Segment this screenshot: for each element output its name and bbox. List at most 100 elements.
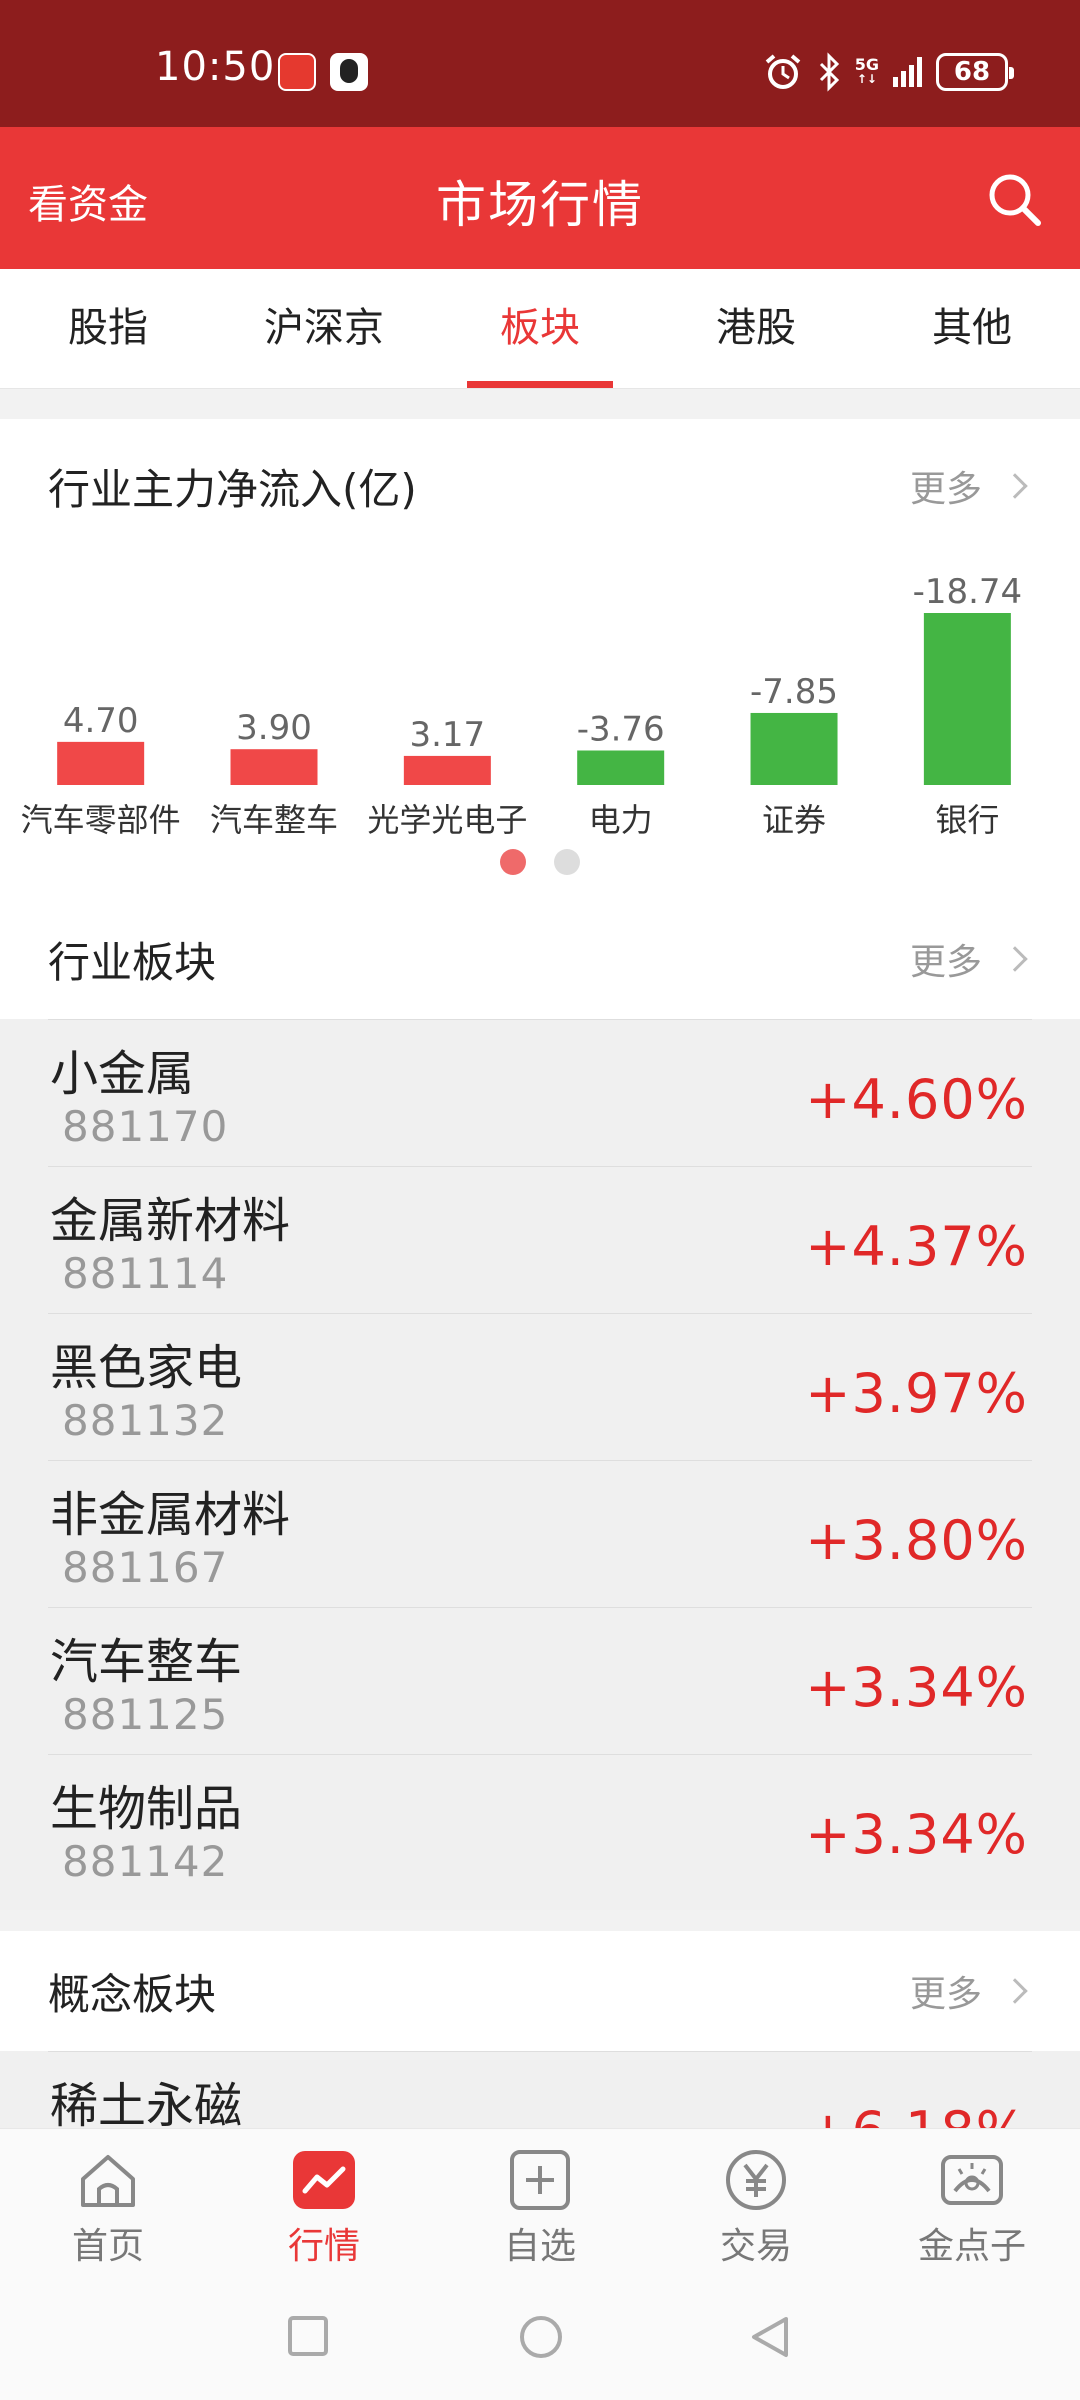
sector-row[interactable]: 稀土永磁 +6.18%: [48, 2051, 1032, 2128]
industry-flow-chart: 4.70 汽车零部件 3.90 汽车整车 3.17 光学光电子 -3.76 电力 -7.85 证券…: [21, 572, 1023, 839]
tab-hk-stocks[interactable]: 港股: [648, 269, 864, 388]
chart-category-label: 证券: [762, 801, 826, 839]
sector-change: +3.80%: [805, 1509, 1028, 1572]
sector-name: 非金属材料: [50, 1487, 291, 1543]
bottom-nav: 首页 行情 自选 交易 金点子: [0, 2128, 1080, 2284]
more-label: 更多: [909, 1974, 982, 2015]
more-label: 更多: [909, 942, 982, 983]
chart-value-label: -3.76: [577, 709, 665, 749]
chart-bar-5[interactable]: [750, 712, 838, 785]
industry-flow-card: 行业主力净流入(亿) 更多 4.70 汽车零部件 3.90 汽车整车 3.17 光学光电子…: [0, 419, 1080, 899]
chart-value-label: 4.70: [63, 701, 139, 741]
battery-icon: 68: [936, 53, 1014, 91]
chart-bar-6[interactable]: [923, 613, 1011, 785]
sector-code: 881114: [62, 1249, 229, 1298]
sector-name: 金属新材料: [50, 1193, 291, 1249]
system-nav-bar: [0, 2284, 1080, 2400]
chevron-right-icon: [1002, 946, 1028, 972]
idea-icon: [941, 2155, 1003, 2205]
concept-sector-header: 概念板块 更多: [48, 1961, 1032, 2021]
chart-bar-3[interactable]: [403, 755, 491, 785]
sector-change: +3.97%: [805, 1362, 1028, 1425]
sector-row[interactable]: 生物制品 881142 +3.34%: [48, 1754, 1032, 1910]
chart-value-label: 3.17: [409, 715, 485, 755]
concept-sector-more-link[interactable]: 更多: [910, 1965, 1032, 2017]
chart-bar-1[interactable]: [57, 741, 145, 785]
sector-name: 黑色家电: [50, 1340, 243, 1396]
tab-others[interactable]: 其他: [864, 269, 1080, 388]
nav-watchlist[interactable]: 自选: [432, 2129, 648, 2284]
chart-category-label: 电力: [589, 801, 653, 839]
sector-change: +3.34%: [805, 1656, 1028, 1719]
sector-code: 881132: [62, 1396, 229, 1445]
home-button-icon[interactable]: [518, 2314, 564, 2360]
market-tabs: 股指 沪深京 板块 港股 其他: [0, 269, 1080, 389]
chevron-right-icon: [1002, 473, 1028, 499]
sector-name: 生物制品: [50, 1781, 243, 1837]
nav-label: 金点子: [917, 2226, 1026, 2267]
industry-flow-more-link[interactable]: 更多: [910, 460, 1032, 512]
tab-index[interactable]: 股指: [0, 269, 216, 388]
nav-market[interactable]: 行情: [216, 2129, 432, 2284]
sector-code: 881125: [62, 1690, 229, 1739]
nav-trade[interactable]: 交易: [648, 2129, 864, 2284]
sector-code: 881142: [62, 1837, 229, 1886]
concept-sector-header-card: 概念板块 更多: [0, 1931, 1080, 2051]
industry-flow-header: 行业主力净流入(亿) 更多: [48, 456, 1032, 516]
chart-category-label: 光学光电子: [367, 801, 527, 839]
search-icon[interactable]: [984, 169, 1044, 229]
tab-a-shares[interactable]: 沪深京: [216, 269, 432, 388]
sector-name: 小金属: [50, 1046, 195, 1102]
yuan-icon: [726, 2150, 786, 2210]
sector-row[interactable]: 小金属 881170 +4.60%: [48, 1019, 1032, 1166]
industry-sector-list: 小金属 881170 +4.60% 金属新材料 881114 +4.37% 黑色…: [0, 1019, 1080, 1910]
chart-category-label: 银行: [935, 801, 999, 839]
status-indicators: 5G ↑↓ 68: [763, 50, 1014, 94]
chevron-right-icon: [1002, 1978, 1028, 2004]
industry-sector-header-card: 行业板块 更多: [0, 899, 1080, 1019]
nav-label: 行情: [287, 2226, 360, 2267]
sector-change: +4.37%: [805, 1215, 1028, 1278]
status-bar: 10:50 5G ↑↓ 68: [0, 0, 1080, 127]
recent-apps-icon[interactable]: [286, 2314, 330, 2358]
pager-dot-2[interactable]: [554, 849, 580, 875]
alarm-icon: [765, 54, 801, 89]
chart-category-label: 汽车整车: [210, 801, 338, 839]
back-icon[interactable]: [748, 2314, 792, 2360]
status-time: 10:50: [155, 44, 276, 90]
page-title: 市场行情: [436, 176, 644, 234]
sector-code: 881170: [62, 1102, 229, 1151]
concept-sector-list: 稀土永磁 +6.18%: [0, 2051, 1080, 2128]
industry-sector-title: 行业板块: [48, 937, 217, 987]
industry-sector-more-link[interactable]: 更多: [910, 933, 1032, 985]
bluetooth-icon: [819, 52, 839, 92]
tab-sectors[interactable]: 板块: [432, 269, 648, 388]
sector-row[interactable]: 非金属材料 881167 +3.80%: [48, 1460, 1032, 1607]
nav-ideas[interactable]: 金点子: [864, 2129, 1080, 2284]
sector-row[interactable]: 黑色家电 881132 +3.97%: [48, 1313, 1032, 1460]
chart-bar-2[interactable]: [230, 749, 318, 785]
concept-sector-title: 概念板块: [48, 1969, 217, 2019]
pager-dot-1[interactable]: [500, 849, 526, 875]
nav-label: 交易: [719, 2226, 792, 2267]
market-icon: [293, 2151, 355, 2209]
industry-sector-header: 行业板块 更多: [48, 929, 1032, 989]
app-header: 看资金 市场行情: [0, 127, 1080, 269]
add-watchlist-icon: [510, 2150, 570, 2210]
nav-label: 首页: [71, 2226, 144, 2267]
sector-row[interactable]: 汽车整车 881125 +3.34%: [48, 1607, 1032, 1754]
more-label: 更多: [909, 469, 982, 510]
qq-icon: [330, 53, 368, 91]
chart-bar-4[interactable]: [577, 750, 665, 785]
chart-value-label: 3.90: [236, 708, 312, 748]
sector-row[interactable]: 金属新材料 881114 +4.37%: [48, 1166, 1032, 1313]
sector-name: 汽车整车: [50, 1634, 243, 1690]
sector-change: +3.34%: [805, 1803, 1028, 1866]
nav-home[interactable]: 首页: [0, 2129, 216, 2284]
chart-pager: [0, 849, 1080, 875]
industry-flow-title: 行业主力净流入(亿): [48, 464, 417, 514]
nav-label: 自选: [503, 2226, 576, 2267]
home-icon: [81, 2155, 135, 2207]
sector-change: +4.60%: [805, 1068, 1028, 1131]
signal-icon: [893, 57, 922, 87]
